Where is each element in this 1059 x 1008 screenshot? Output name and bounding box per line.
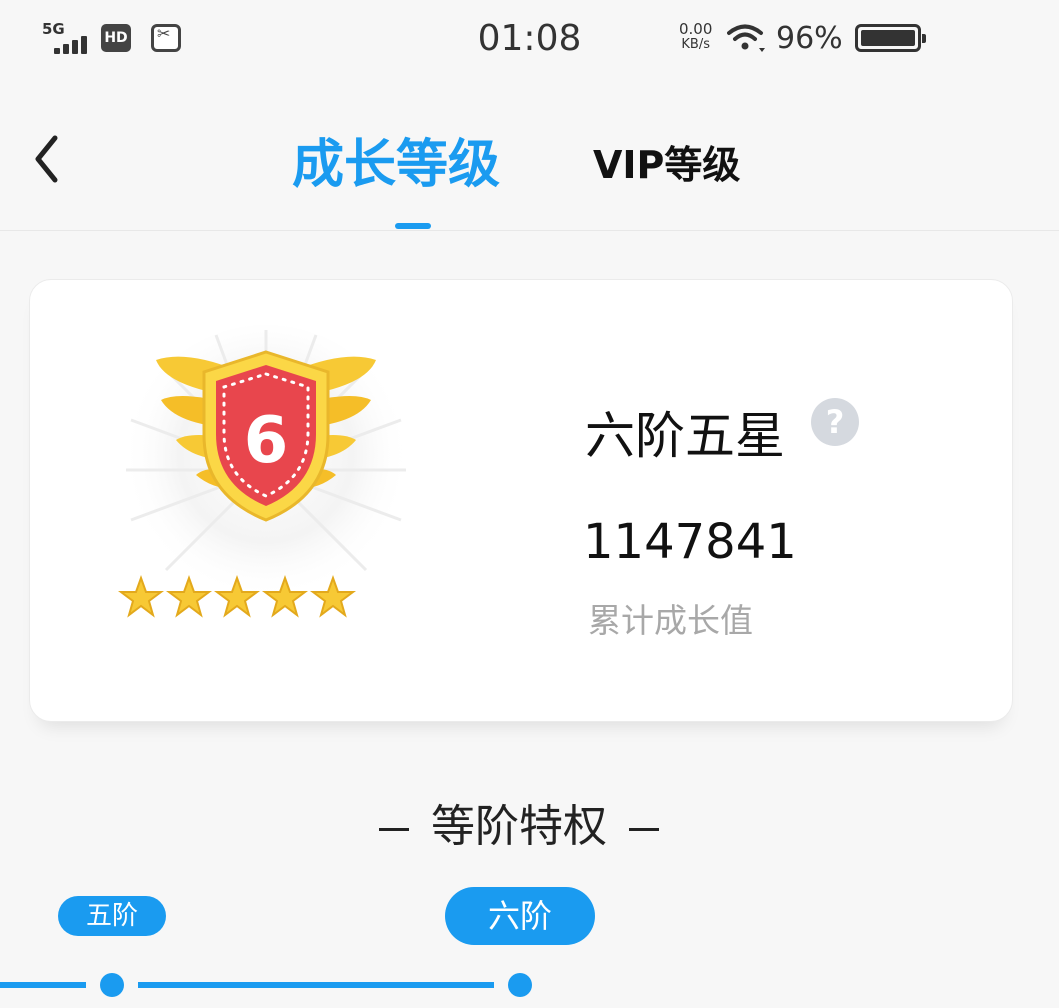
wifi-icon [727,24,765,52]
level-badge-icon: 6 [118,325,411,618]
growth-points-value: 1147841 [583,514,797,570]
status-bar: 5G HD 01:08 0.00 KB/s 96% [0,0,1059,80]
tab-vip-level[interactable]: VIP等级 [593,134,740,189]
badge-number: 6 [244,404,289,478]
level-name: 六阶五星 [585,407,785,465]
battery-percentage: 96% [776,21,843,56]
tab-active-indicator [395,223,431,229]
top-nav-bar: 成长等级 VIP等级 [0,80,1059,231]
level-card: 6 六阶五星 ? 1147841 累计成长值 [29,279,1013,722]
tier-track-segment [0,982,86,988]
privileges-section-title: 等阶特权 [0,790,1038,854]
help-icon[interactable]: ? [811,398,859,446]
tab-growth-level[interactable]: 成长等级 [292,122,500,197]
title-dash-left [379,827,409,831]
privileges-title-text: 等阶特权 [431,801,607,852]
title-dash-right [629,827,659,831]
tier-pill-six[interactable]: 六阶 [445,887,595,945]
network-speed-unit: KB/s [681,37,710,52]
tier-track-segment [138,982,494,988]
network-speed: 0.00 KB/s [679,20,713,53]
battery-icon [855,24,926,52]
tier-pill-five[interactable]: 五阶 [58,896,166,936]
network-speed-value: 0.00 [679,20,713,38]
tier-dot-five[interactable] [100,973,124,997]
back-arrow-icon[interactable] [30,134,70,184]
tier-dot-six[interactable] [508,973,532,997]
growth-points-label: 累计成长值 [588,601,753,640]
